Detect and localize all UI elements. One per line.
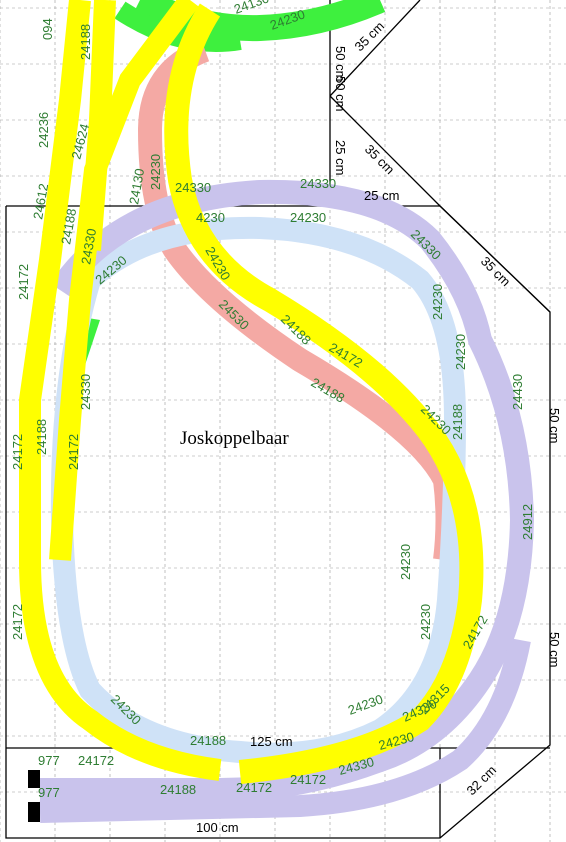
track-piece-label: 094 (40, 18, 55, 40)
buffer-stop-bottom (28, 802, 40, 822)
dimension-label: 35 cm (352, 18, 388, 54)
track-piece-label: 24130 (232, 0, 271, 17)
track-piece-label: 24330 (300, 176, 336, 191)
track-piece-label: 4230 (196, 210, 225, 225)
track-piece-label: 24172 (236, 780, 272, 795)
track-piece-label: 977 (38, 785, 60, 800)
dimension-label: 50 cm (333, 46, 348, 81)
track-piece-label: 24330 (175, 180, 211, 195)
track-piece-label: 977 (38, 753, 60, 768)
track-piece-label: 24188 (34, 419, 49, 455)
track-piece-label: 24430 (510, 374, 525, 410)
dimension-label: 50 cm (547, 408, 562, 443)
dimension-label: 50 cm (547, 632, 562, 667)
track-piece-label: 24230 (398, 544, 413, 580)
dimension-label: 25 cm (333, 140, 348, 175)
track-piece-label: 24230 (430, 284, 445, 320)
track-piece-label: 24172 (10, 434, 25, 470)
track-piece-label: 24172 (10, 604, 25, 640)
track-piece-label: 24236 (36, 112, 51, 148)
track-layout-canvas[interactable]: 35 cm50 cm25 cm35 cm25 cm35 cm50 cm50 cm… (0, 0, 566, 842)
track-piece-label: 24330 (78, 374, 93, 410)
dimension-label: 35 cm (362, 142, 398, 178)
track-piece-label: 24230 (453, 334, 468, 370)
track-piece-label: 24188 (78, 24, 93, 60)
track-piece-label: 24188 (160, 782, 196, 797)
track-piece-label: 24230 (290, 210, 326, 225)
track-piece-label: 24230 (148, 154, 163, 190)
track-piece-label: 24230 (418, 604, 433, 640)
dimension-label: 125 cm (250, 734, 293, 749)
track-piece-label: 24172 (16, 264, 31, 300)
dimension-label: 100 cm (196, 820, 239, 835)
dimension-label: 25 cm (364, 188, 399, 203)
track-piece-label: 24230 (346, 691, 385, 717)
track-piece-label: 24912 (520, 504, 535, 540)
layout-title: Joskoppelbaar (180, 428, 289, 449)
yellow-track-group (19, 0, 484, 784)
track-piece-label: 24172 (290, 772, 326, 787)
track-piece-label: 24188 (190, 733, 226, 748)
track-piece-label: 24172 (78, 753, 114, 768)
track-piece-label: 24188 (450, 404, 465, 440)
track-piece-label: 24172 (66, 434, 81, 470)
